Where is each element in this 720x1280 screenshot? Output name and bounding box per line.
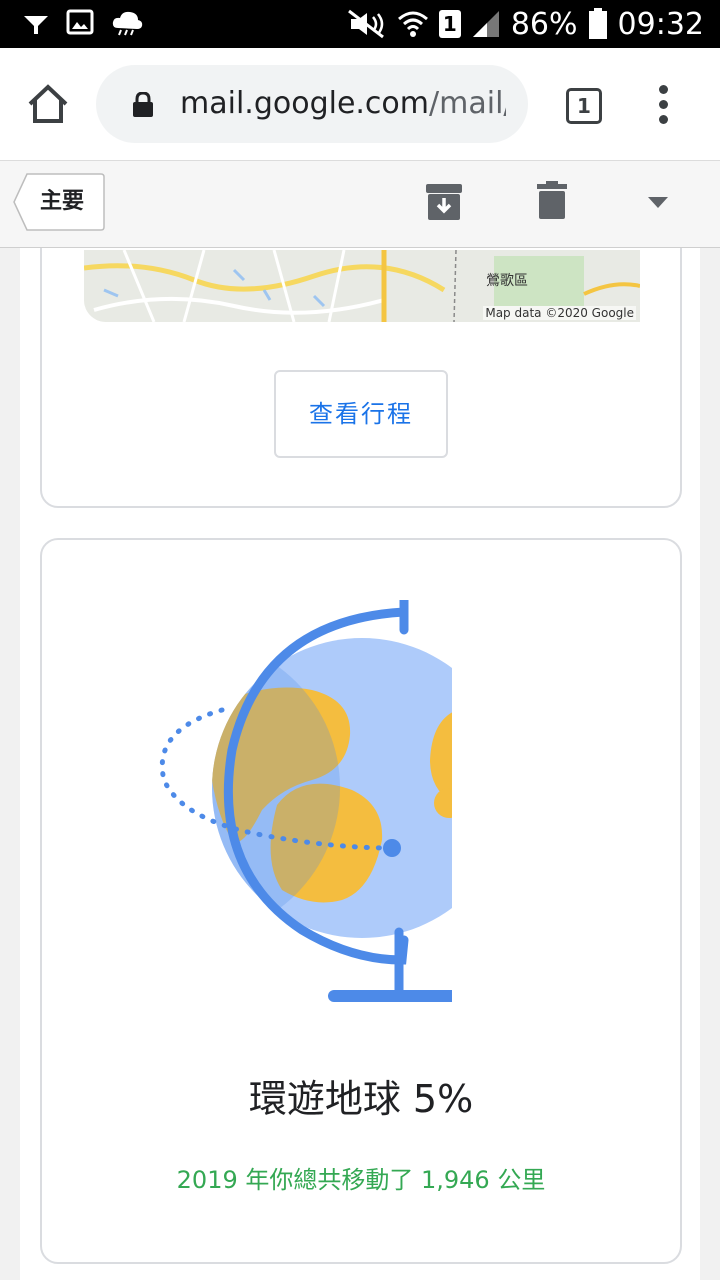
globe-progress-title: 環遊地球 5%	[248, 1077, 474, 1121]
gmail-action-bar: 主要	[0, 161, 720, 248]
address-bar[interactable]: mail.google.com/mail/u	[96, 65, 528, 143]
battery-icon	[588, 8, 607, 39]
home-icon[interactable]	[26, 82, 70, 126]
cloud-icon	[112, 11, 143, 36]
delete-icon[interactable]	[536, 181, 568, 219]
trip-card: 鶯歌區 Map data ©2020 Google 查看行程	[40, 248, 682, 508]
url-host: mail.google.com	[180, 86, 430, 121]
status-bar: 1 86% 09:32	[0, 0, 720, 48]
map-credit: Map data ©2020 Google	[483, 306, 636, 320]
url-text[interactable]: mail.google.com/mail/u	[180, 83, 506, 125]
battery-percent: 86%	[510, 6, 578, 42]
inbox-label-tag[interactable]: 主要	[13, 173, 105, 231]
tab-switcher-button[interactable]: 1	[566, 88, 602, 124]
wifi-icon	[397, 11, 428, 37]
mute-icon	[347, 9, 384, 39]
email-body[interactable]: 鶯歌區 Map data ©2020 Google 查看行程 環遊地球 5% 2…	[0, 248, 720, 1280]
sim-icon: 1	[438, 10, 461, 38]
distance-subtitle: 2019 年你總共移動了 1,946 公里	[176, 1166, 546, 1194]
status-time: 09:32	[617, 6, 704, 42]
map-place-label: 鶯歌區	[486, 273, 528, 289]
chevron-down-icon[interactable]	[648, 197, 668, 209]
status-bar-notifications	[22, 8, 144, 36]
globe-illustration	[159, 600, 452, 1002]
label-text: 主要	[40, 189, 85, 214]
lock-icon	[133, 92, 153, 117]
travel-endpoint	[383, 839, 401, 857]
url-path: /mail/u	[429, 86, 506, 121]
signal-filter-icon	[24, 16, 48, 34]
browser-toolbar: mail.google.com/mail/u 1	[0, 48, 720, 161]
globe-card: 環遊地球 5% 2019 年你總共移動了 1,946 公里	[40, 538, 682, 1264]
trip-map[interactable]: 鶯歌區 Map data ©2020 Google	[84, 250, 640, 322]
view-trip-button[interactable]: 查看行程	[274, 370, 448, 458]
cell-signal-icon	[472, 11, 499, 37]
status-bar-system: 1 86% 09:32	[347, 4, 704, 44]
image-icon	[66, 9, 94, 35]
more-menu-icon[interactable]	[656, 85, 672, 125]
archive-icon[interactable]	[425, 183, 463, 221]
email-content-column: 鶯歌區 Map data ©2020 Google 查看行程 環遊地球 5% 2…	[20, 248, 700, 1280]
